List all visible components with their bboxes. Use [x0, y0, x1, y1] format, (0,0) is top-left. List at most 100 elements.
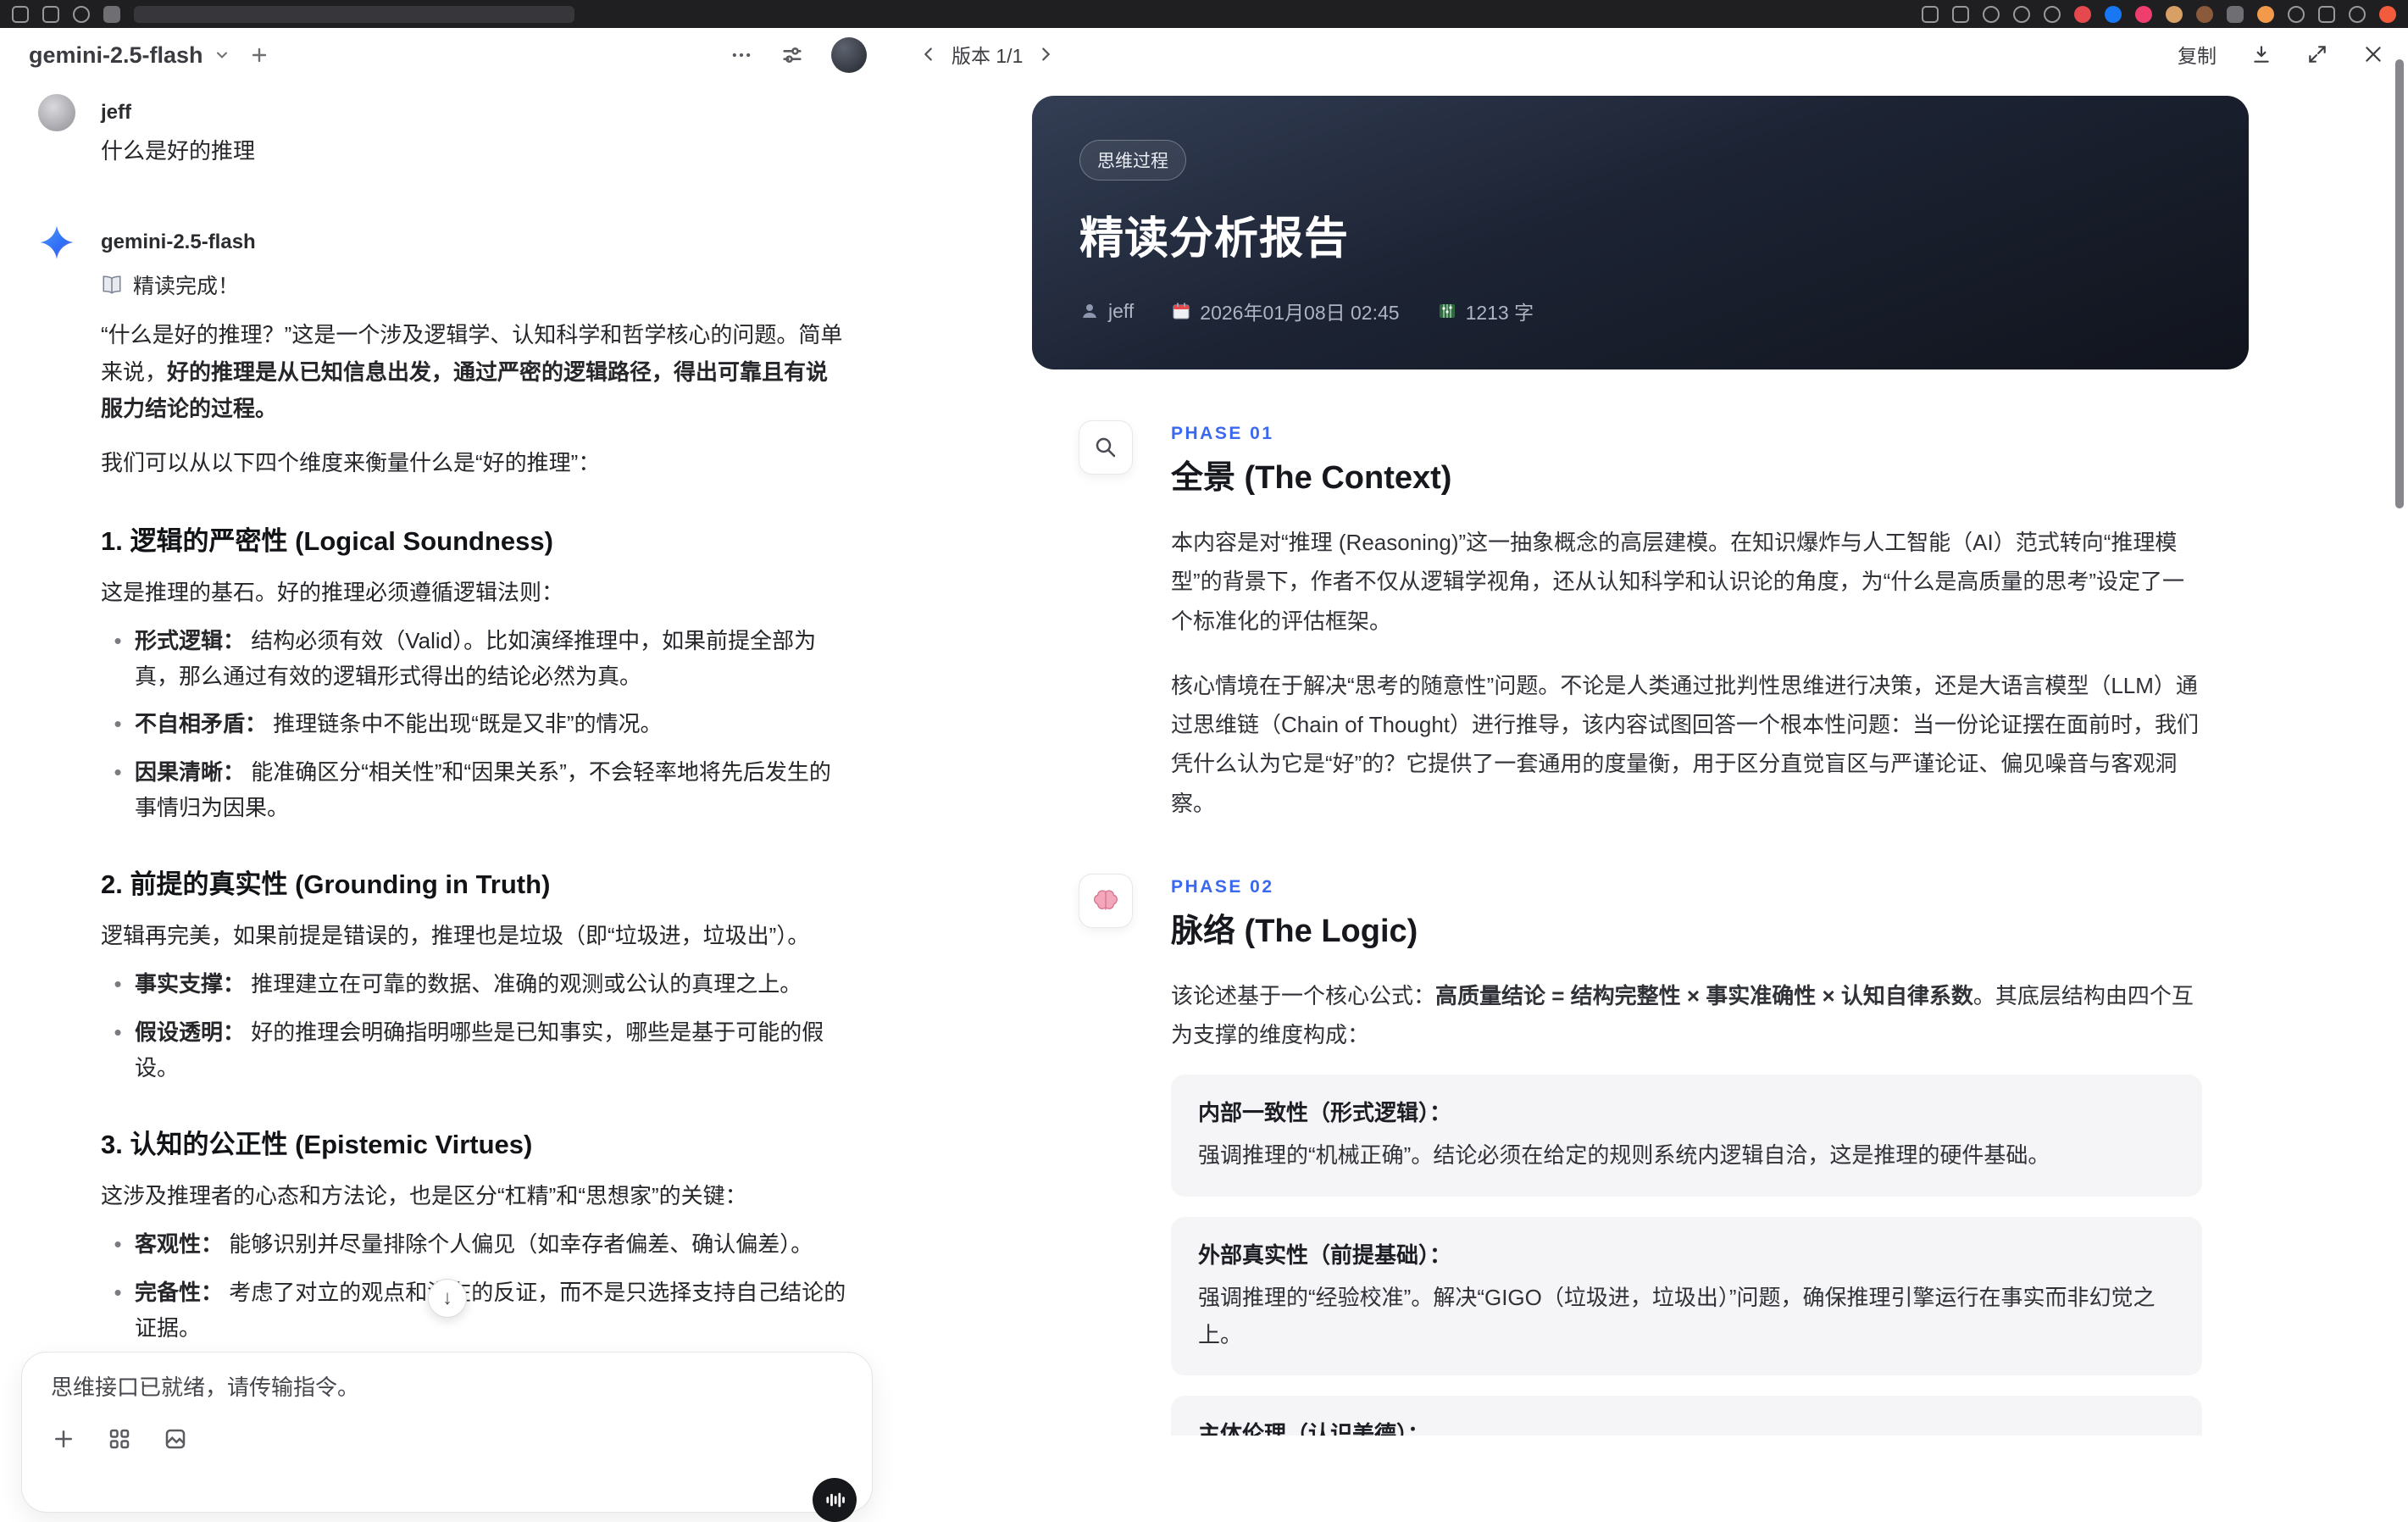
chevron-left-icon[interactable]: [919, 45, 938, 64]
section-heading: 3. 认知的公正性 (Epistemic Virtues): [101, 1129, 533, 1159]
phase-sections: PHASE 01 全景 (The Context) 本内容是对“推理 (Reas…: [1032, 420, 2249, 1436]
logic-card: 内部一致性（形式逻辑）： 强调推理的“机械正确”。结论必须在给定的规则系统内逻辑…: [1171, 1075, 2202, 1197]
report-hero-card: 思维过程 精读分析报告 jeff 2026年01月08日 02:45 1213 …: [1032, 96, 2249, 369]
list-item: 客观性： 能够识别并尽量排除个人偏见（如幸存者偏差、确认偏差）。: [101, 1226, 848, 1262]
list-item: 不自相矛盾： 推理链条中不能出现“既是又非”的情况。: [101, 706, 848, 742]
logic-card-title: 内部一致性（形式逻辑）：: [1198, 1100, 1452, 1126]
phase-section-1: PHASE 01 全景 (The Context) 本内容是对“推理 (Reas…: [1079, 420, 2202, 823]
browser-bar: [0, 0, 2408, 28]
chat-message-list[interactable]: jeff 什么是好的推理 gemini-2.5-flash 精读完成！ “什么是…: [0, 82, 896, 1436]
download-icon[interactable]: [2250, 43, 2272, 65]
bullet-term: 完备性：: [135, 1279, 224, 1305]
phase2-intro: 该论述基于一个核心公式：高质量结论 = 结构完整性 × 事实准确性 × 认知自律…: [1171, 976, 2202, 1055]
search-icon[interactable]: [1983, 5, 2000, 23]
pink-extension-icon[interactable]: [2135, 5, 2152, 23]
report-date-text: 2026年01月08日 02:45: [1200, 302, 1400, 324]
apps-icon[interactable]: [107, 1426, 132, 1452]
orange-extension-icon[interactable]: [2257, 5, 2274, 23]
chevron-right-icon[interactable]: [1036, 45, 1055, 64]
bullet-desc: 考虑了对立的观点和潜在的反证，而不是只选择支持自己结论的证据。: [135, 1279, 846, 1341]
logic-card-title: 主体伦理（认识美德）：: [1198, 1420, 1430, 1436]
settings-icon[interactable]: [2288, 5, 2305, 23]
flame-extension-icon[interactable]: [2379, 5, 2396, 23]
compose-icon[interactable]: [103, 5, 120, 23]
grid-icon[interactable]: [2349, 5, 2366, 23]
user-message: jeff 什么是好的推理: [0, 82, 896, 169]
layout-icon[interactable]: [42, 5, 59, 23]
scroll-to-bottom-button[interactable]: ↓: [428, 1279, 467, 1318]
phase-section-2: PHASE 02 脉络 (The Logic) 该论述基于一个核心公式：高质量结…: [1079, 873, 2202, 1436]
list-item: 完备性： 考虑了对立的观点和潜在的反证，而不是只选择支持自己结论的证据。: [101, 1275, 848, 1346]
assistant-paragraph: 逻辑再完美，如果前提是错误的，推理也是垃圾（即“垃圾进，垃圾出”）。: [101, 922, 810, 948]
menu-icon[interactable]: [73, 5, 90, 23]
phase1-body: PHASE 01 全景 (The Context) 本内容是对“推理 (Reas…: [1171, 420, 2202, 823]
chat-header-actions: [730, 37, 867, 73]
more-options-icon[interactable]: [730, 43, 753, 67]
fullscreen-icon[interactable]: [2306, 43, 2328, 65]
phase1-icon-box: [1079, 420, 1133, 475]
person-icon: [1079, 301, 1100, 321]
brown-extension-icon[interactable]: [2196, 5, 2213, 23]
assistant-message-body: gemini-2.5-flash 精读完成！ “什么是好的推理？”这是一个涉及逻…: [101, 224, 848, 1436]
chat-input[interactable]: [51, 1375, 843, 1401]
section-heading: 1. 逻辑的严密性 (Logical Soundness): [101, 525, 553, 556]
artifact-document[interactable]: 思维过程 精读分析报告 jeff 2026年01月08日 02:45 1213 …: [896, 81, 2408, 1436]
read-status-text: 精读完成！: [133, 274, 240, 298]
waveform-icon: [823, 1488, 846, 1512]
model-selector[interactable]: gemini-2.5-flash: [29, 42, 230, 69]
logic-card: 外部真实性（前提基础）： 强调推理的“经验校准”。解决“GIGO（垃圾进，垃圾出…: [1171, 1216, 2202, 1375]
report-word-count: 1213 字: [1437, 297, 1534, 325]
chevron-down-icon: [214, 47, 230, 64]
report-word-count-text: 1213 字: [1465, 302, 1534, 324]
close-icon[interactable]: [2362, 43, 2384, 65]
scrollbar-thumb[interactable]: [2395, 59, 2404, 508]
phase2-body: PHASE 02 脉络 (The Logic) 该论述基于一个核心公式：高质量结…: [1171, 874, 2202, 1436]
assistant-avatar: [38, 224, 75, 1436]
read-status: 精读完成！: [101, 269, 848, 300]
logic-card-title: 外部真实性（前提基础）：: [1198, 1241, 1452, 1268]
version-nav: 版本 1/1: [919, 40, 1055, 69]
new-chat-button[interactable]: [249, 45, 269, 65]
app-window: gemini-2.5-flash jeff 什么是好的推理 gemini-2.5…: [0, 28, 2408, 1522]
artifact-toolbar: 版本 1/1 复制: [896, 28, 2408, 81]
logic-card-body: 强调推理的“经验校准”。解决“GIGO（垃圾进，垃圾出）”问题，确保推理引擎运行…: [1198, 1284, 2156, 1347]
camera-icon[interactable]: [2013, 5, 2030, 23]
window-icon[interactable]: [12, 5, 29, 23]
assistant-paragraph: 这涉及推理者的心态和方法论，也是区分“杠精”和“思想家”的关键：: [101, 1182, 747, 1208]
assistant-paragraph: 我们可以从以下四个维度来衡量什么是“好的推理”：: [101, 449, 601, 475]
sliders-icon[interactable]: [780, 43, 804, 67]
input-toolbar: [51, 1426, 843, 1452]
add-attachment-button[interactable]: [51, 1426, 76, 1452]
artifact-panel: 版本 1/1 复制 思维过程 精读分析报告 jeff 2026年01月08日 0…: [896, 28, 2408, 1436]
intro-text: 该论述基于一个核心公式：: [1171, 982, 1436, 1008]
brain-icon: [1092, 887, 1119, 914]
voice-button[interactable]: [813, 1478, 857, 1522]
phase2-title: 脉络 (The Logic): [1171, 913, 1418, 949]
red-extension-icon[interactable]: [2074, 5, 2091, 23]
media-icon[interactable]: [163, 1426, 188, 1452]
report-title: 精读分析报告: [1079, 214, 1350, 264]
bullet-term: 事实支撑：: [135, 971, 246, 997]
report-author: jeff: [1079, 300, 1134, 323]
assistant-paragraph: 这是推理的基石。好的推理必须遵循逻辑法则：: [101, 579, 564, 605]
account-avatar[interactable]: [831, 37, 867, 73]
gear-icon[interactable]: [2044, 5, 2061, 23]
logic-card: 主体伦理（认识美德）： 转向推理者的心理特征。引入奥卡姆剃刀和反向论证，旨在克服…: [1171, 1395, 2202, 1436]
bullet-term: 假设透明：: [135, 1019, 246, 1045]
counter-icon: [1437, 301, 1457, 321]
puzzle-icon[interactable]: [2227, 5, 2244, 23]
list-item: 假设透明： 好的推理会明确指明哪些是已知事实，哪些是基于可能的假设。: [101, 1014, 848, 1086]
copy-button[interactable]: 复制: [2178, 40, 2217, 69]
artifact-actions: 复制: [2178, 40, 2384, 69]
chat-input-box: [21, 1352, 873, 1522]
assistant-message: gemini-2.5-flash 精读完成！ “什么是好的推理？”这是一个涉及逻…: [0, 212, 896, 1436]
window2-icon[interactable]: [2318, 5, 2335, 23]
bullet-desc: 能够识别并尽量排除个人偏见（如幸存者偏差、确认偏差）。: [223, 1231, 813, 1258]
download-icon[interactable]: [1952, 5, 1969, 23]
browser-tab[interactable]: [134, 5, 574, 23]
list-item: 因果清晰： 能准确区分“相关性”和“因果关系”，不会轻率地将先后发生的事情归为因…: [101, 754, 848, 825]
facebook-extension-icon[interactable]: [2105, 5, 2122, 23]
share-icon[interactable]: [1922, 5, 1939, 23]
tan-extension-icon[interactable]: [2166, 5, 2183, 23]
phase1-label: PHASE 01: [1171, 424, 1274, 443]
